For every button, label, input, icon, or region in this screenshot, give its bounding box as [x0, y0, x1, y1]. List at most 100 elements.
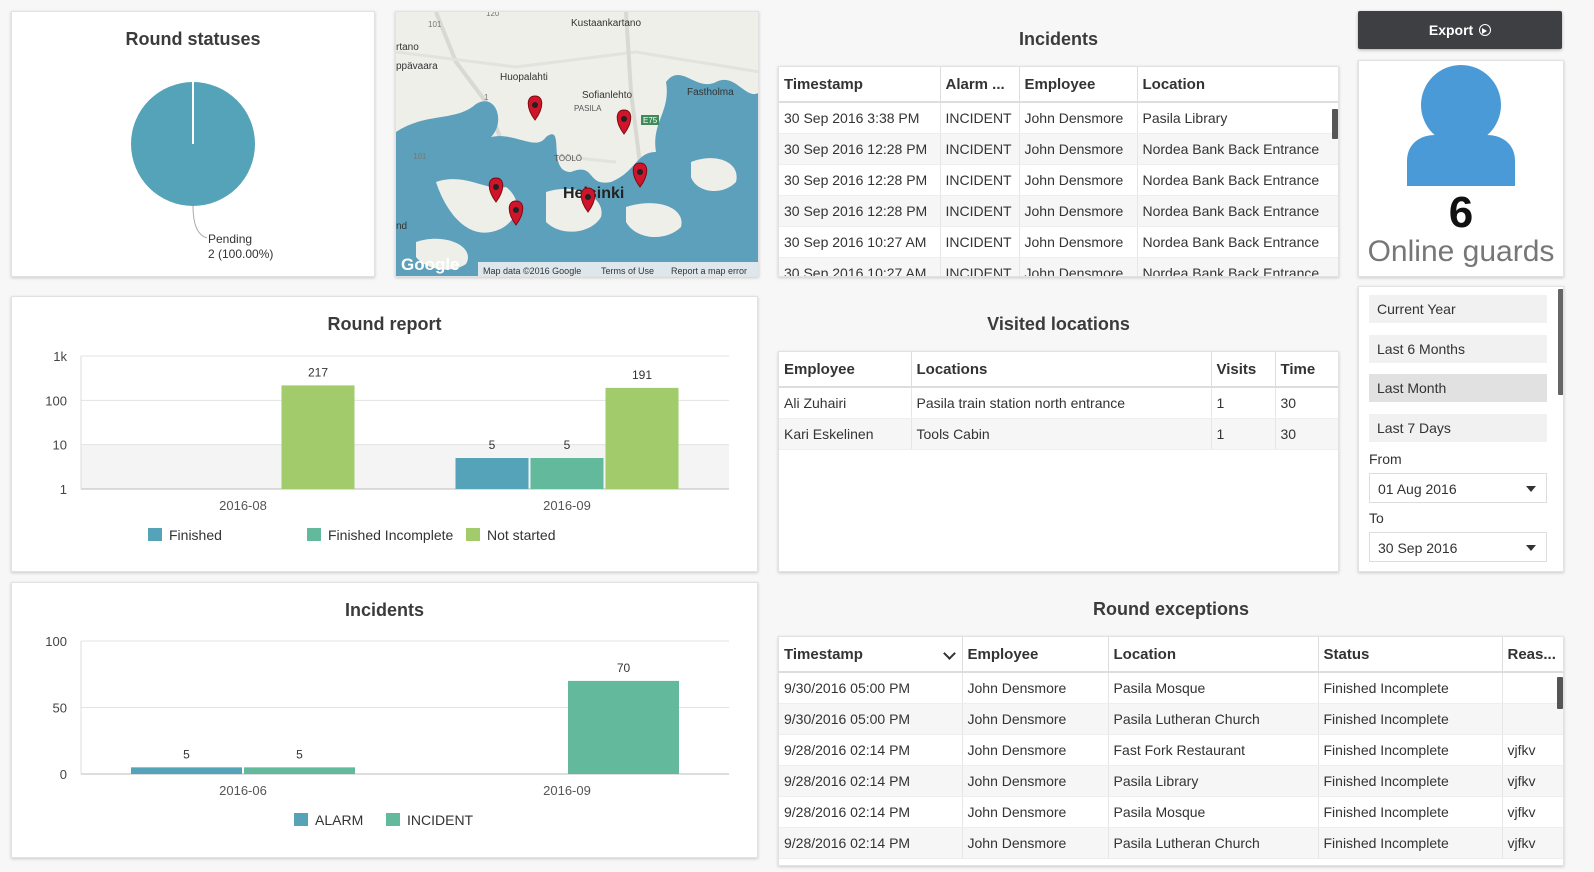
- table-cell: John Densmore: [962, 765, 1109, 797]
- x-tick-label: 2016-09: [543, 783, 591, 798]
- legend-item[interactable]: Finished: [148, 527, 222, 543]
- exceptions-col-location[interactable]: Location: [1108, 637, 1319, 673]
- incidents-table-title: Incidents: [1018, 29, 1098, 49]
- table-row[interactable]: 9/28/2016 02:14 PM John Densmore Fast Fork…: [779, 734, 1563, 766]
- round-exceptions-scrollbar[interactable]: [1557, 677, 1563, 709]
- table-cell: John Densmore: [1019, 195, 1138, 227]
- date-range-option[interactable]: Last 6 Months: [1369, 334, 1547, 363]
- table-row[interactable]: 30 Sep 2016 3:38 PM INCIDENT John Densmore…: [779, 102, 1338, 134]
- date-range-option[interactable]: Last Month: [1369, 374, 1547, 402]
- table-cell: 9/28/2016 02:14 PM: [779, 796, 963, 828]
- incidents-col-employee[interactable]: Employee: [1019, 67, 1138, 103]
- table-cell: vjfkv: [1502, 765, 1563, 797]
- incidents-col-alarm[interactable]: Alarm ...: [940, 67, 1020, 103]
- incidents-col-location[interactable]: Location: [1137, 67, 1338, 103]
- table-row[interactable]: 30 Sep 2016 12:28 PM INCIDENT John Densmor…: [779, 195, 1338, 227]
- round-report-chart: 1k 100 10 1 2016-08 217 2016-09 5 5 191 Finished Fi…: [45, 349, 729, 543]
- map-canvas[interactable]: Kustaankartano rtano ppävaara Huopalahti…: [396, 12, 759, 277]
- table-cell: Pasila Lutheran Church: [1108, 827, 1319, 859]
- table-row[interactable]: Kari Eskelinen Tools Cabin 1 30: [779, 418, 1338, 450]
- pie-label-value: 2 (100.00%): [208, 247, 273, 261]
- bar-finished-incomplete[interactable]: [530, 458, 604, 489]
- bar-value-label: 5: [564, 438, 571, 452]
- map-panel[interactable]: Kustaankartano rtano ppävaara Huopalahti…: [395, 11, 759, 277]
- google-logo: Google: [401, 255, 460, 274]
- bar-not-started[interactable]: [605, 387, 679, 489]
- table-row[interactable]: 30 Sep 2016 12:28 PM INCIDENT John Densmor…: [779, 133, 1338, 165]
- incidents-col-timestamp[interactable]: Timestamp: [779, 67, 941, 103]
- table-row[interactable]: 9/28/2016 02:14 PM John Densmore Pasila Mo…: [779, 796, 1563, 828]
- map-label-huopalahti: Huopalahti: [500, 72, 548, 83]
- legend-swatch: [148, 528, 162, 541]
- visited-col-time[interactable]: Time: [1275, 352, 1338, 388]
- map-attribution: Map data ©2016 Google: [483, 266, 581, 276]
- incidents-chart: 100 50 0 2016-06 5 5 2016-09 70 ALARM INCIDENT: [45, 634, 729, 828]
- exceptions-col-timestamp[interactable]: Timestamp: [779, 637, 963, 673]
- map-label-pasila: PASILA: [574, 104, 602, 113]
- legend-label: Finished: [169, 527, 222, 543]
- online-guards-label: Online guards: [1367, 235, 1555, 268]
- exceptions-col-status[interactable]: Status: [1318, 637, 1503, 673]
- bar-value-label: 5: [296, 747, 303, 761]
- map-report-link[interactable]: Report a map error: [671, 266, 747, 276]
- bar-incident[interactable]: [244, 767, 355, 774]
- round-exceptions-panel: Timestamp Employee Location Status Reas.…: [778, 636, 1564, 866]
- exceptions-col-employee[interactable]: Employee: [962, 637, 1109, 673]
- legend-item[interactable]: Not started: [466, 527, 555, 543]
- to-label: To: [1369, 510, 1384, 526]
- exceptions-col-reason[interactable]: Reas...: [1502, 637, 1563, 673]
- map-terms-link[interactable]: Terms of Use: [601, 266, 654, 276]
- chevron-down-icon[interactable]: [942, 647, 956, 660]
- date-range-option[interactable]: Last 7 Days: [1369, 413, 1547, 442]
- table-cell: Finished Incomplete: [1318, 765, 1503, 797]
- date-range-scrollbar[interactable]: [1558, 289, 1563, 395]
- y-tick-label: 100: [45, 393, 67, 408]
- table-cell: Finished Incomplete: [1318, 672, 1503, 704]
- legend-swatch: [386, 813, 400, 826]
- visited-col-locations[interactable]: Locations: [911, 352, 1212, 388]
- table-cell: John Densmore: [962, 796, 1109, 828]
- legend-item[interactable]: ALARM: [294, 812, 363, 828]
- round-report-panel: Round report 1k 100 10 1 2016-08 217 2016-09 5 5…: [11, 296, 758, 572]
- bar-value-label: 5: [183, 747, 190, 761]
- table-row[interactable]: 9/28/2016 02:14 PM John Densmore Pasila Li…: [779, 765, 1563, 797]
- table-cell: John Densmore: [962, 703, 1109, 735]
- table-cell: INCIDENT: [940, 164, 1020, 196]
- x-tick-label: 2016-06: [219, 783, 267, 798]
- from-label: From: [1369, 451, 1402, 467]
- table-cell: Pasila Mosque: [1108, 672, 1319, 704]
- legend-item[interactable]: INCIDENT: [386, 812, 474, 828]
- table-row[interactable]: 9/28/2016 02:14 PM John Densmore Pasila Lu…: [779, 827, 1563, 859]
- to-date-select[interactable]: 30 Sep 2016: [1369, 532, 1547, 562]
- table-row[interactable]: 9/30/2016 05:00 PM John Densmore Pasila Mo…: [779, 672, 1563, 704]
- export-label: Export: [1428, 22, 1474, 38]
- road-label-101-b: 101: [413, 152, 427, 161]
- table-cell: 9/28/2016 02:14 PM: [779, 765, 963, 797]
- incidents-table-panel: Timestamp Alarm ... Employee Location 30…: [778, 66, 1339, 277]
- exceptions-col-timestamp-label: Timestamp: [784, 645, 863, 663]
- export-button[interactable]: Export: [1358, 11, 1562, 49]
- table-row[interactable]: 30 Sep 2016 10:27 AM INCIDENT John Densmor…: [779, 257, 1338, 276]
- bar-not-started[interactable]: [281, 385, 355, 489]
- table-row[interactable]: 9/30/2016 05:00 PM John Densmore Pasila Lu…: [779, 703, 1563, 735]
- from-date-select[interactable]: 01 Aug 2016: [1369, 473, 1547, 503]
- table-cell: INCIDENT: [940, 195, 1020, 227]
- bar-alarm[interactable]: [131, 767, 242, 774]
- legend-item[interactable]: Finished Incomplete: [307, 527, 454, 543]
- round-exceptions-table: Timestamp Employee Location Status Reas.…: [779, 637, 1563, 859]
- table-cell: INCIDENT: [940, 102, 1020, 134]
- table-cell: Nordea Bank Back Entrance: [1137, 195, 1338, 227]
- table-cell: 30: [1275, 387, 1338, 419]
- incidents-scrollbar[interactable]: [1332, 109, 1338, 139]
- table-cell: 30: [1275, 418, 1338, 450]
- legend-swatch: [466, 528, 480, 541]
- bar-incident[interactable]: [568, 680, 679, 774]
- visited-col-visits[interactable]: Visits: [1211, 352, 1276, 388]
- table-row[interactable]: 30 Sep 2016 12:28 PM INCIDENT John Densmor…: [779, 164, 1338, 196]
- bar-finished[interactable]: [455, 458, 529, 489]
- incidents-chart-panel: Incidents 100 50 0 2016-06 5 5 2016-09 70 ALARM I…: [11, 582, 758, 858]
- table-row[interactable]: 30 Sep 2016 10:27 AM INCIDENT John Densmor…: [779, 226, 1338, 258]
- date-range-option[interactable]: Current Year: [1369, 295, 1547, 323]
- table-row[interactable]: Ali Zuhairi Pasila train station north en…: [779, 387, 1338, 419]
- visited-col-employee[interactable]: Employee: [779, 352, 912, 388]
